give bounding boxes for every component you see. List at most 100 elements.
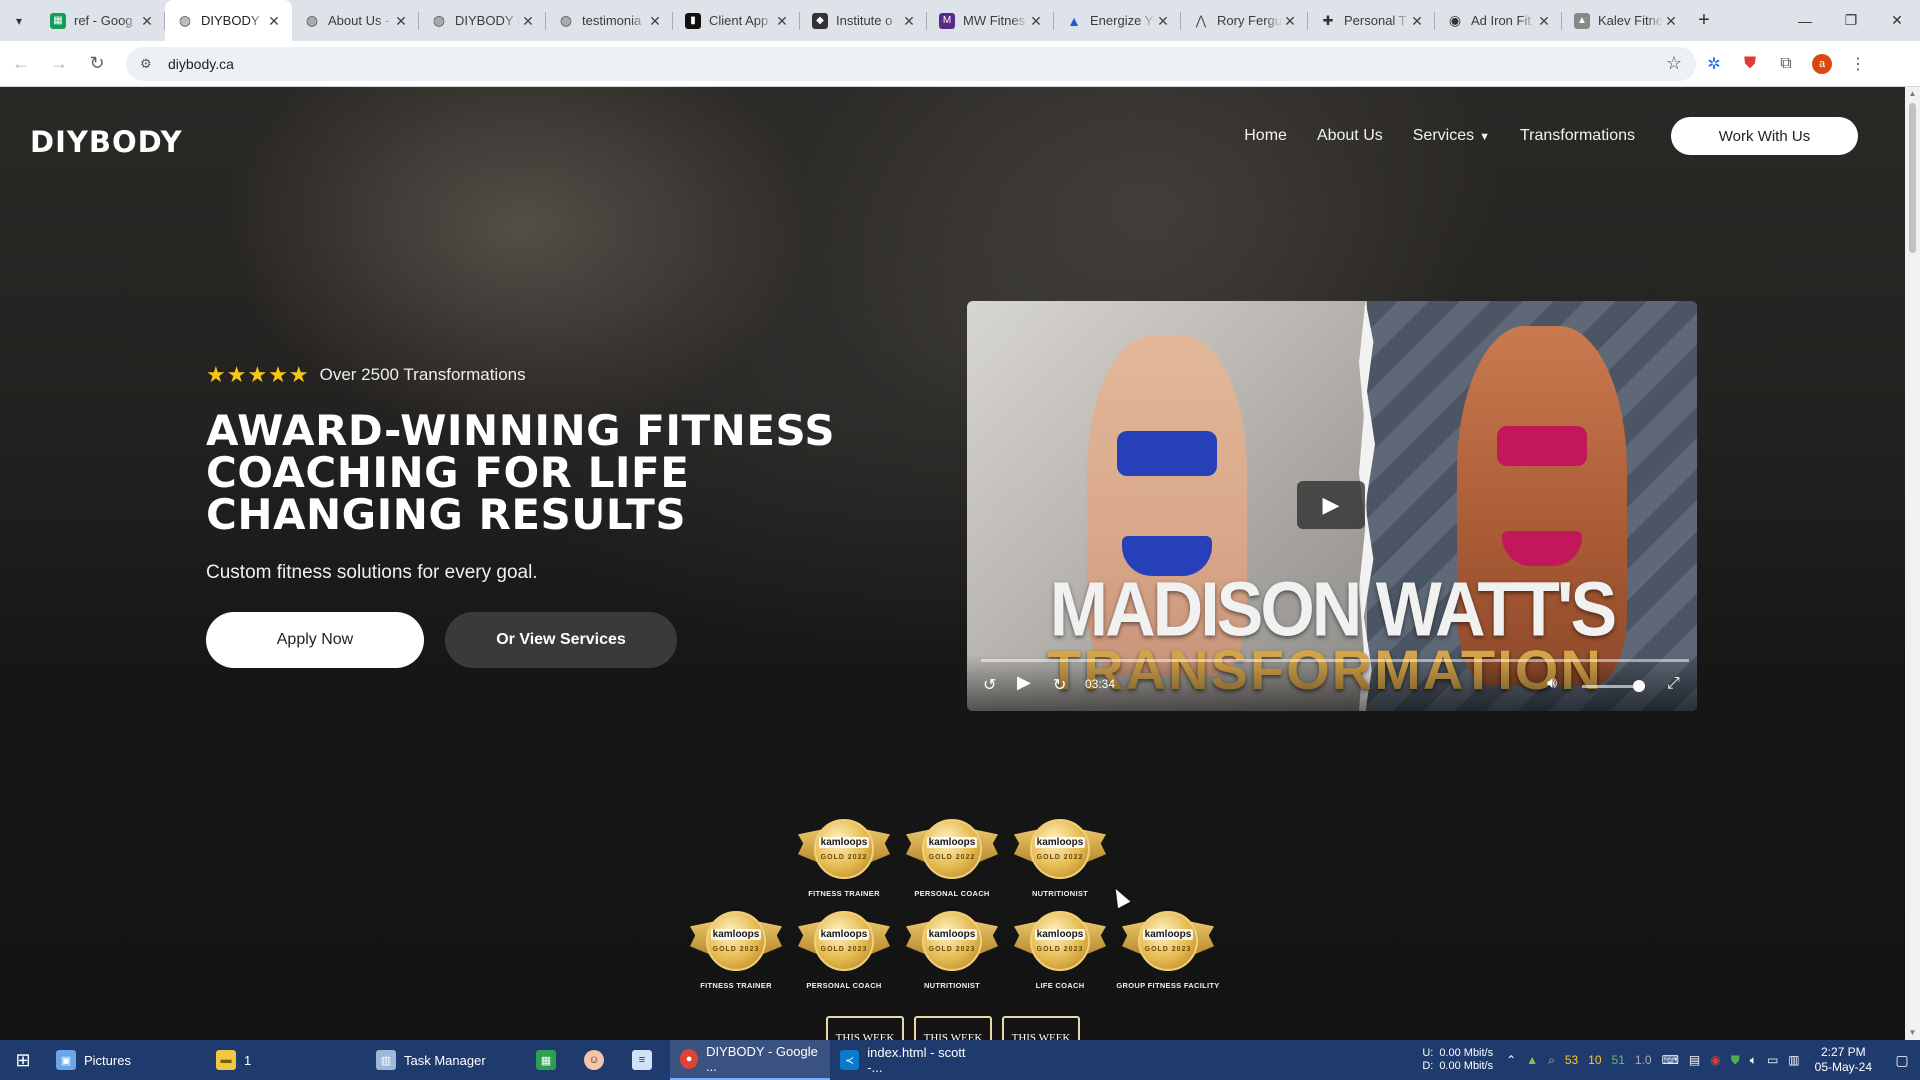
- play-icon[interactable]: ▶: [1017, 672, 1031, 693]
- close-tab-icon[interactable]: ✕: [520, 13, 536, 29]
- award-caption: GROUP FITNESS FACILITY: [1116, 981, 1220, 990]
- site-info-icon[interactable]: ⚙: [140, 56, 158, 72]
- puzzle-icon[interactable]: ⧉: [1768, 55, 1804, 73]
- volume-icon[interactable]: 🔊︎: [1547, 675, 1557, 693]
- dumbbell-icon: ✚: [1322, 12, 1334, 28]
- browser-tab[interactable]: ◆ Institute o ✕: [800, 0, 927, 41]
- browser-tab[interactable]: M MW Fitnes ✕: [927, 0, 1054, 41]
- work-with-us-button[interactable]: Work With Us: [1671, 117, 1858, 155]
- play-overlay-icon[interactable]: ▶: [1297, 481, 1365, 529]
- kebab-menu-icon[interactable]: ⋮: [1840, 54, 1876, 74]
- page-scrollbar[interactable]: ▲ ▼: [1905, 87, 1920, 1040]
- search-icon[interactable]: ⌕: [1548, 1053, 1555, 1068]
- taskbar-item-vscode[interactable]: ≺ index.html - scott -...: [830, 1040, 990, 1080]
- calendar-icon[interactable]: ▤: [1689, 1053, 1700, 1067]
- apply-now-button[interactable]: Apply Now: [206, 612, 424, 668]
- browser-tab[interactable]: ◍ DIYBODY ( ✕: [419, 0, 546, 41]
- taskbar-item-folder[interactable]: ▬ 1: [206, 1040, 366, 1080]
- scroll-up-icon[interactable]: ▲: [1905, 87, 1920, 101]
- rating-text: Over 2500 Transformations: [319, 365, 526, 384]
- browser-tab[interactable]: ◍ About Us - ✕: [292, 0, 419, 41]
- windows-start-icon[interactable]: ⊞: [0, 1040, 46, 1080]
- chrome-icon: ●: [680, 1049, 699, 1069]
- browser-tab[interactable]: ⋀ Rory Fergu ✕: [1181, 0, 1308, 41]
- close-tab-icon[interactable]: ✕: [266, 13, 282, 29]
- net-down-label: D:: [1422, 1060, 1434, 1072]
- taskbar-item-pictures[interactable]: ▣ Pictures: [46, 1040, 206, 1080]
- hero-headline: AWARD-WINNING FITNESS COACHING FOR LIFE …: [206, 410, 926, 536]
- close-tab-icon[interactable]: ✕: [1536, 13, 1552, 29]
- taskbar-item-spreadsheet[interactable]: ▦: [526, 1040, 574, 1080]
- browser-tab[interactable]: ◉ Ad Iron Fit ✕: [1435, 0, 1562, 41]
- bookmark-star-icon[interactable]: ☆: [1666, 53, 1682, 74]
- close-tab-icon[interactable]: ✕: [1409, 13, 1425, 29]
- close-window-icon[interactable]: ✕: [1874, 0, 1920, 41]
- notifications-icon[interactable]: ▢: [1884, 1052, 1920, 1069]
- close-tab-icon[interactable]: ✕: [1028, 13, 1044, 29]
- main-nav: Home About Us Services ▼ Transformations …: [1214, 117, 1858, 155]
- system-clock[interactable]: 2:27 PM 05-May-24: [1815, 1045, 1872, 1075]
- browser-tab[interactable]: ▦ ref - Goog ✕: [38, 0, 165, 41]
- award-badge: kamloops GOLD 2023 NUTRITIONIST: [898, 911, 1006, 990]
- new-tab-icon[interactable]: +: [1689, 9, 1719, 32]
- video-progress-bar[interactable]: [981, 659, 1689, 662]
- scrollbar-thumb[interactable]: [1909, 103, 1916, 253]
- back-icon[interactable]: ←: [4, 47, 38, 81]
- browser-tab[interactable]: ✚ Personal T ✕: [1308, 0, 1435, 41]
- volume-slider-knob[interactable]: [1633, 680, 1645, 692]
- taskbar-item-chrome[interactable]: ● DIYBODY - Google ...: [670, 1040, 830, 1080]
- close-tab-icon[interactable]: ✕: [774, 13, 790, 29]
- antivirus-icon[interactable]: ◉: [1710, 1053, 1720, 1067]
- close-tab-icon[interactable]: ✕: [393, 13, 409, 29]
- minimize-icon[interactable]: —: [1782, 0, 1828, 41]
- close-tab-icon[interactable]: ✕: [1155, 13, 1171, 29]
- rewind-10-icon[interactable]: ↺: [983, 675, 996, 695]
- tray-overflow-icon[interactable]: ⌃: [1506, 1053, 1516, 1067]
- award-brand: kamloops: [1142, 929, 1194, 940]
- shield-icon[interactable]: ⛊: [1731, 1053, 1740, 1068]
- nav-about[interactable]: About Us: [1317, 127, 1383, 145]
- keyboard-icon[interactable]: ⌨: [1662, 1053, 1679, 1067]
- close-tab-icon[interactable]: ✕: [1663, 13, 1679, 29]
- award-caption: NUTRITIONIST: [1031, 889, 1089, 898]
- nav-services[interactable]: Services ▼: [1413, 127, 1490, 145]
- nav-home[interactable]: Home: [1244, 127, 1287, 145]
- taskbar-item-notepad[interactable]: ≡: [622, 1040, 670, 1080]
- close-tab-icon[interactable]: ✕: [1282, 13, 1298, 29]
- browser-tab[interactable]: ▲ Energize Y ✕: [1054, 0, 1181, 41]
- battery-icon[interactable]: ▭: [1767, 1053, 1778, 1067]
- headline-line: AWARD-WINNING FITNESS: [206, 406, 836, 455]
- close-tab-icon[interactable]: ✕: [139, 13, 155, 29]
- taskbar-item-task-manager[interactable]: ▥ Task Manager: [366, 1040, 526, 1080]
- award-year: GOLD 2023: [712, 946, 760, 953]
- transformation-video[interactable]: MADISON WATT'S TRANSFORMATION ▶ ↺ ▶ ↻ 03…: [967, 301, 1697, 711]
- profile-avatar[interactable]: a: [1804, 53, 1840, 74]
- shield-extension-icon[interactable]: ⛊: [1732, 55, 1768, 73]
- tab-search-icon[interactable]: ▾: [0, 0, 38, 41]
- tab-title: ref - Goog: [74, 13, 133, 28]
- fullscreen-icon[interactable]: ⤢: [1667, 675, 1680, 693]
- nav-transformations[interactable]: Transformations: [1520, 127, 1635, 145]
- restore-icon[interactable]: ❐: [1828, 0, 1874, 41]
- forward-10-icon[interactable]: ↻: [1053, 675, 1066, 695]
- extension-icon[interactable]: ✲: [1696, 54, 1732, 74]
- scroll-down-icon[interactable]: ▼: [1905, 1026, 1920, 1040]
- volume-icon[interactable]: 🔈︎: [1750, 1053, 1757, 1068]
- network-icon[interactable]: ▥: [1788, 1053, 1799, 1067]
- forward-icon[interactable]: →: [42, 47, 76, 81]
- site-logo[interactable]: DIYBODY: [30, 125, 183, 159]
- browser-tab[interactable]: ◍ testimonia ✕: [546, 0, 673, 41]
- browser-tab[interactable]: ▮ Client App ✕: [673, 0, 800, 41]
- browser-tab-active[interactable]: ◍ DIYBODY ✕: [165, 0, 292, 41]
- close-tab-icon[interactable]: ✕: [647, 13, 663, 29]
- close-tab-icon[interactable]: ✕: [901, 13, 917, 29]
- url-text[interactable]: diybody.ca: [168, 56, 1666, 72]
- address-bar[interactable]: ⚙ diybody.ca ☆: [126, 46, 1696, 81]
- star-rating-icon: ★★★★★: [206, 362, 310, 387]
- taskbar-item-app[interactable]: ☺: [574, 1040, 622, 1080]
- browser-toolbar: ← → ↻ ⚙ diybody.ca ☆ ✲ ⛊ ⧉ a ⋮: [0, 41, 1920, 87]
- tray-app-icon[interactable]: ▲: [1526, 1053, 1538, 1067]
- browser-tab[interactable]: ▲ Kalev Fitne ✕: [1562, 0, 1689, 41]
- reload-icon[interactable]: ↻: [80, 47, 114, 81]
- view-services-button[interactable]: Or View Services: [445, 612, 677, 668]
